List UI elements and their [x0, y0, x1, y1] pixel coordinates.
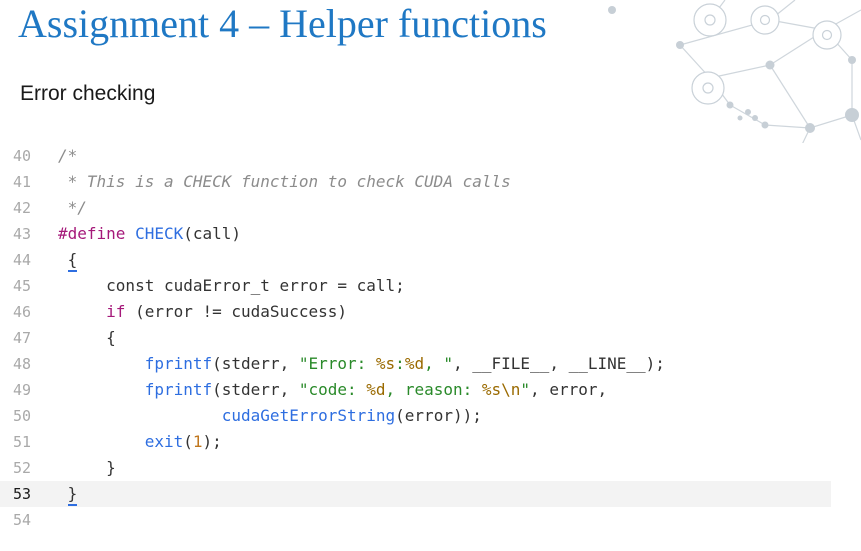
code-token: ( [183, 432, 193, 451]
code-token: (call) [183, 224, 242, 243]
code-token-pre: #define [58, 224, 126, 243]
code-text: } [58, 455, 116, 481]
code-line[interactable]: 49 fprintf(stderr, "code: %d, reason: %s… [0, 377, 831, 403]
code-line[interactable]: 50 cudaGetErrorString(error)); [0, 403, 831, 429]
code-token-fn: exit [144, 432, 184, 451]
code-line[interactable]: 43 #define CHECK(call) [0, 221, 831, 247]
code-editor[interactable]: 40 /* 41 * This is a CHECK function to che… [0, 143, 861, 551]
code-line[interactable]: 41 * This is a CHECK function to check C… [0, 169, 831, 195]
code-line[interactable]: 54 [0, 507, 831, 533]
code-line[interactable]: 46 if (error != cudaSuccess) [0, 299, 831, 325]
code-text: { [58, 247, 78, 273]
line-number: 53 [13, 485, 32, 503]
code-token-fn: cudaGetErrorString [221, 406, 396, 425]
code-line[interactable]: 53 } [0, 481, 831, 507]
code-token-str: , " [424, 354, 453, 373]
code-text: #define CHECK(call) [58, 221, 241, 247]
code-token-fn: fprintf [144, 354, 213, 373]
code-token: , error, [530, 380, 608, 399]
code-line[interactable]: 40 /* [0, 143, 831, 169]
line-number: 47 [13, 329, 32, 347]
code-token-num: 1 [192, 432, 203, 451]
code-text: * This is a CHECK function to check CUDA… [58, 169, 511, 195]
code-text: } [58, 481, 78, 507]
code-token: } [58, 458, 116, 477]
code-token-kw: if [106, 302, 126, 321]
code-line[interactable]: 52 } [0, 455, 831, 481]
code-text: exit(1); [58, 429, 222, 455]
code-token: (error != cudaSuccess) [125, 302, 347, 321]
line-number: 48 [13, 355, 32, 373]
code-text: fprintf(stderr, "Error: %s:%d, ", __FILE… [58, 351, 665, 377]
code-line[interactable]: 44 { [0, 247, 831, 273]
code-token-comment: */ [58, 198, 87, 217]
slide-subtitle: Error checking [20, 82, 156, 105]
code-line[interactable]: 42 */ [0, 195, 831, 221]
code-token: (error)); [395, 406, 482, 425]
code-token: , __FILE__, __LINE__); [452, 354, 665, 373]
code-token-fn: fprintf [144, 380, 213, 399]
line-number: 52 [13, 459, 32, 477]
code-text: { [58, 325, 116, 351]
code-token-str: " [520, 380, 531, 399]
code-line[interactable]: 51 exit(1); [0, 429, 831, 455]
slide-title: Assignment 4 – Helper functions [18, 1, 547, 46]
code-token: ); [202, 432, 222, 451]
line-number: 49 [13, 381, 32, 399]
matched-brace: { [67, 250, 78, 269]
code-text: cudaGetErrorString(error)); [58, 403, 482, 429]
line-number: 51 [13, 433, 32, 451]
code-token-fmt: %d [404, 354, 425, 373]
code-line[interactable]: 48 fprintf(stderr, "Error: %s:%d, ", __F… [0, 351, 831, 377]
line-number: 45 [13, 277, 32, 295]
code-token-fmt: %s [481, 380, 502, 399]
code-token-str: : [395, 354, 405, 373]
code-text: /* [58, 143, 77, 169]
code-token: (stderr, [212, 380, 299, 399]
line-number: 44 [13, 251, 32, 269]
line-number: 43 [13, 225, 32, 243]
code-token: const cudaError_t error = call; [58, 276, 405, 295]
matched-brace: } [67, 484, 78, 503]
code-text: */ [58, 195, 87, 221]
code-text: if (error != cudaSuccess) [58, 299, 347, 325]
code-token-str: "Error: [298, 354, 376, 373]
code-token-str: , reason: [385, 380, 482, 399]
code-line[interactable]: 45 const cudaError_t error = call; [0, 273, 831, 299]
code-text: fprintf(stderr, "code: %d, reason: %s\n"… [58, 377, 607, 403]
code-token-fmt: \n [501, 380, 521, 399]
code-token: (stderr, [212, 354, 299, 373]
code-text: const cudaError_t error = call; [58, 273, 405, 299]
line-number: 42 [13, 199, 32, 217]
code-token-fmt: %s [375, 354, 396, 373]
line-number: 54 [13, 511, 32, 529]
line-number: 41 [13, 173, 32, 191]
line-number: 50 [13, 407, 32, 425]
code-token-str: "code: [298, 380, 367, 399]
code-line[interactable]: 47 { [0, 325, 831, 351]
code-token-fmt: %d [366, 380, 386, 399]
code-token-comment: /* [58, 146, 78, 165]
code-token-comment: * This is a CHECK function to check CUDA… [58, 172, 511, 191]
code-token: { [58, 328, 116, 347]
code-token-macro: CHECK [135, 224, 184, 243]
line-number: 46 [13, 303, 32, 321]
line-number: 40 [13, 147, 32, 165]
